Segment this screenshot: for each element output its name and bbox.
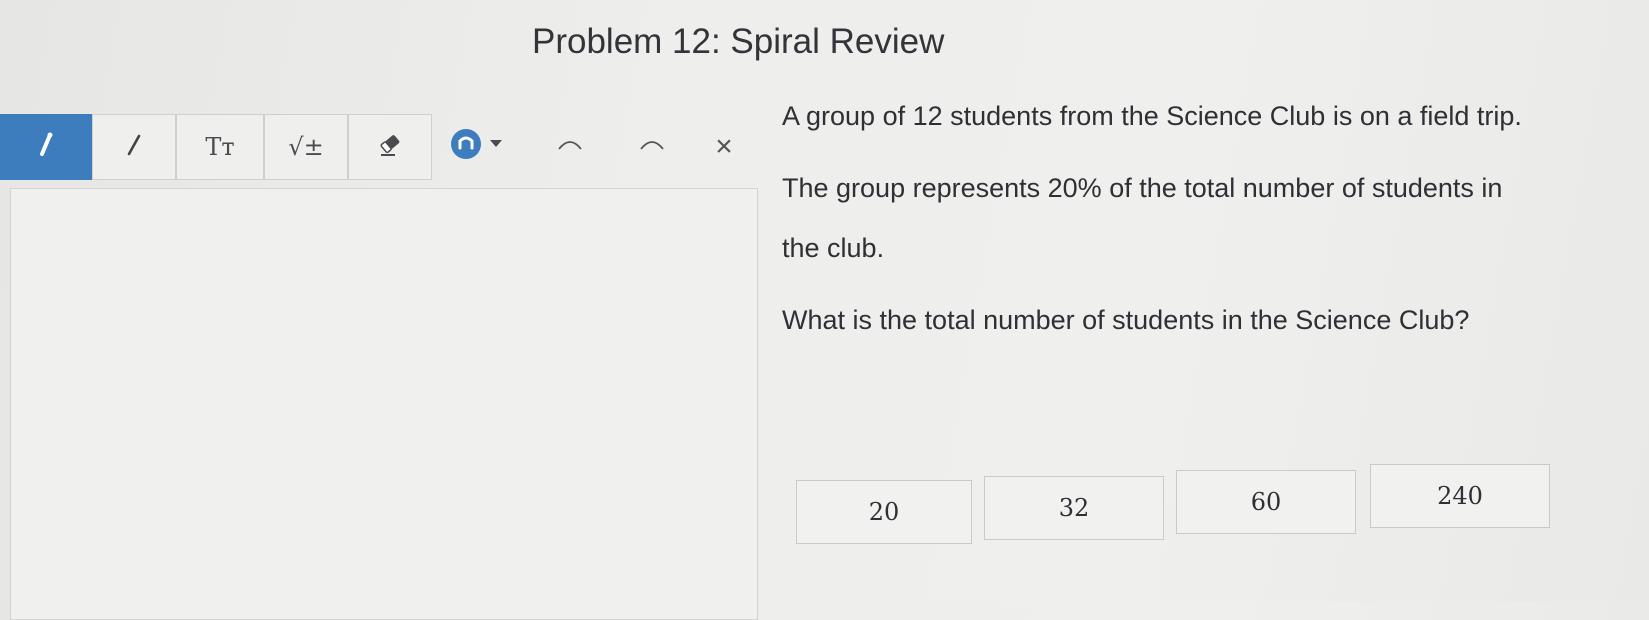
undo-icon (555, 135, 585, 160)
pencil-tool-button[interactable] (0, 114, 92, 180)
question-prompt: What is the total number of students in … (782, 305, 1470, 335)
question-paragraph: The group represents 20% of the total nu… (782, 173, 1503, 263)
line-icon (123, 130, 145, 165)
pencil-icon (35, 130, 57, 165)
drawing-canvas[interactable] (10, 188, 758, 620)
redo-icon (637, 135, 667, 160)
clear-button[interactable]: × (702, 114, 746, 180)
text-tool-button[interactable]: Tт (176, 114, 264, 180)
redo-button[interactable] (630, 114, 674, 180)
answer-choice-60[interactable]: 60 (1176, 470, 1356, 534)
line-tool-button[interactable] (92, 114, 176, 180)
close-icon: × (715, 130, 733, 163)
question-paragraph: A group of 12 students from the Science … (782, 101, 1522, 131)
eraser-icon (375, 130, 405, 165)
problem-title: Problem 12: Spiral Review (532, 22, 945, 61)
chevron-down-icon (490, 139, 502, 147)
answer-choice-32[interactable]: 32 (984, 476, 1164, 540)
text-size-icon: Tт (205, 133, 235, 161)
drawing-toolbar: Tт √± × (0, 114, 760, 182)
answer-choice-20[interactable]: 20 (796, 480, 972, 544)
question-text: A group of 12 students from the Science … (782, 86, 1542, 362)
color-swatch-icon (450, 128, 506, 167)
answer-choice-240[interactable]: 240 (1370, 464, 1550, 528)
eraser-tool-button[interactable] (348, 114, 432, 180)
square-root-icon: √± (288, 133, 324, 161)
undo-button[interactable] (548, 114, 592, 180)
math-tool-button[interactable]: √± (264, 114, 348, 180)
color-picker-button[interactable] (446, 114, 510, 180)
